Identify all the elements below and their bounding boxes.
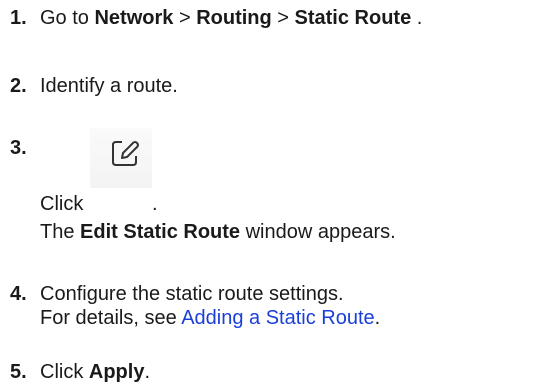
step-text: Go to Network > Routing > Static Route . xyxy=(40,7,423,29)
step-text: Click Apply. xyxy=(40,361,151,383)
menu-routing: Routing xyxy=(196,7,272,29)
click-label: Click xyxy=(40,193,84,215)
edit-button[interactable] xyxy=(90,128,152,188)
step-4-details: For details, see Adding a Static Route. xyxy=(40,307,381,329)
step-number: 1. xyxy=(10,7,27,29)
click-end: . xyxy=(152,193,158,215)
adding-static-route-link[interactable]: Adding a Static Route xyxy=(181,307,374,329)
step-number: 5. xyxy=(10,361,27,383)
edit-static-route-window-name: Edit Static Route xyxy=(80,221,241,243)
edit-icon xyxy=(112,141,139,166)
menu-static-route: Static Route xyxy=(294,7,412,29)
step-number: 4. xyxy=(10,283,27,305)
step-number: 3. xyxy=(10,137,27,159)
step-text: Identify a route. xyxy=(40,75,178,97)
menu-network: Network xyxy=(94,7,174,29)
apply-button-name: Apply xyxy=(88,361,145,383)
step-number: 2. xyxy=(10,75,27,97)
